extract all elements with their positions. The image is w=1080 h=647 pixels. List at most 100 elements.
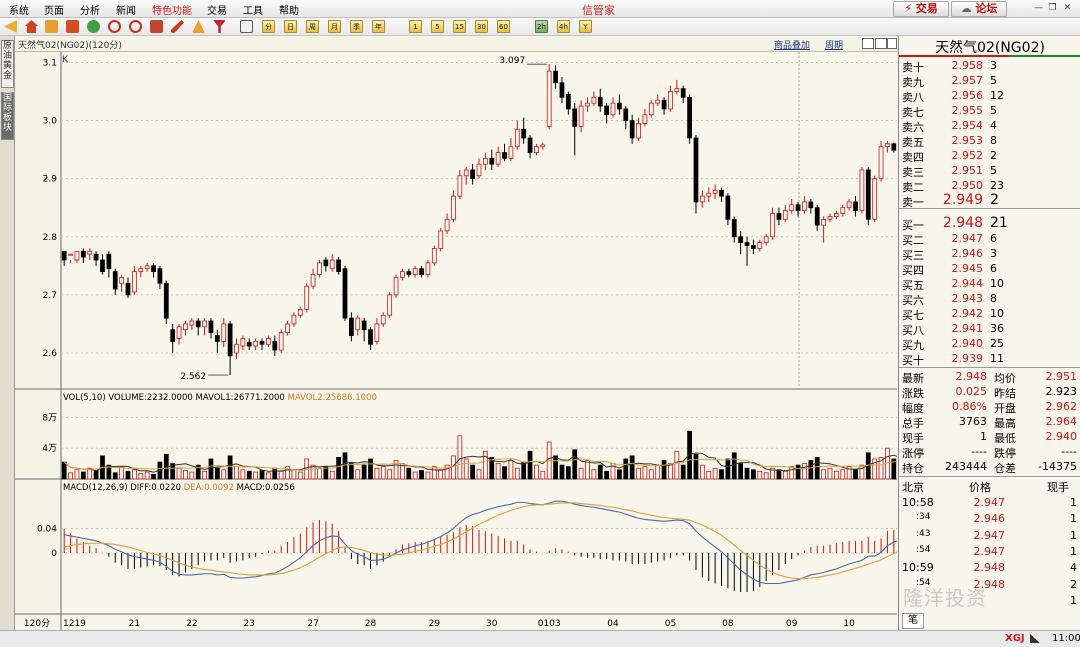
maximize-panel-icon[interactable]: [887, 38, 897, 49]
quote-row[interactable]: 买一 2.948 21: [899, 215, 1080, 232]
volume-bar: [712, 467, 718, 480]
trades-header-cell: 北京: [902, 481, 924, 494]
quote-price: 2.939: [951, 352, 984, 365]
quote-row[interactable]: 卖五 2.953 8: [899, 133, 1080, 149]
volume-bar: [642, 466, 648, 480]
close-icon[interactable]: ✕: [1062, 3, 1073, 13]
period-button-year[interactable]: 年: [372, 20, 385, 33]
period-button-month[interactable]: 月: [328, 20, 341, 33]
menu-help[interactable]: 帮助: [279, 2, 299, 17]
volume-bar: [246, 470, 252, 480]
volume-bar: [266, 472, 271, 480]
volume-bar: [342, 452, 348, 480]
menu-system[interactable]: 系统: [9, 2, 29, 17]
forum-button[interactable]: ☁ 论坛: [951, 1, 1007, 17]
quote-row[interactable]: 卖一 2.949 2: [899, 192, 1080, 209]
period-button-1[interactable]: 1: [409, 20, 422, 33]
quote-volume: 12: [990, 89, 1004, 102]
quote-row[interactable]: 卖十 2.958 3: [899, 58, 1080, 74]
candle-body: [278, 332, 284, 351]
volume-bar: [840, 469, 846, 480]
candle-body: [68, 253, 73, 256]
quote-row[interactable]: 卖六 2.954 4: [899, 118, 1080, 134]
window-icon[interactable]: [150, 20, 163, 33]
side-tab-crude-gold[interactable]: 原油黄金: [1, 40, 14, 88]
zoom-out-icon[interactable]: [129, 20, 142, 33]
volume-bar: [68, 472, 73, 480]
candle-body: [151, 265, 156, 273]
refresh-icon[interactable]: [87, 20, 100, 33]
volume-bar: [623, 458, 629, 480]
overlay-commodity-link[interactable]: 商品叠加: [774, 38, 810, 51]
period-button-30[interactable]: 30: [475, 20, 488, 33]
menu-special-features[interactable]: 特色功能: [152, 2, 192, 17]
menu-tools[interactable]: 工具: [243, 2, 263, 17]
quote-row[interactable]: 买六 2.943 8: [899, 291, 1080, 307]
quote-row[interactable]: 买四 2.945 6: [899, 261, 1080, 277]
stats-row: 涨停 ---- 跌停 ----: [899, 444, 1080, 460]
filter-icon[interactable]: [213, 20, 226, 33]
quote-price: 2.951: [951, 164, 984, 177]
period-button-4h[interactable]: 4h: [557, 20, 570, 33]
period-button-5[interactable]: 5: [431, 20, 444, 33]
chart-canvas[interactable]: K 3.13.02.92.82.72.6 3.0972.562 VOL(5,10…: [15, 52, 909, 630]
quote-price: 2.955: [951, 104, 984, 117]
candle-body: [431, 247, 437, 264]
period-button-week[interactable]: 周: [306, 20, 319, 33]
list-icon[interactable]: [45, 20, 58, 33]
zoom-in-icon[interactable]: [108, 20, 121, 33]
period-button-y[interactable]: Y: [579, 20, 592, 33]
split-view-icon[interactable]: [875, 38, 887, 49]
side-tab-international[interactable]: 国际板块: [1, 92, 14, 140]
draw-tool-icon[interactable]: [192, 20, 205, 33]
period-button-day[interactable]: 日: [284, 20, 297, 33]
stat-value: 3763: [959, 415, 987, 428]
menu-page[interactable]: 页面: [44, 2, 64, 17]
period-button-2h[interactable]: 2h: [535, 20, 548, 33]
back-arrow-icon[interactable]: [4, 20, 17, 33]
period-button-quarter[interactable]: 季: [350, 20, 363, 33]
period-link[interactable]: 周期: [825, 38, 843, 51]
home-icon[interactable]: [25, 20, 38, 33]
candle-body: [125, 282, 131, 296]
restore-icon[interactable]: ❐: [1047, 3, 1058, 13]
quote-row[interactable]: 买八 2.941 36: [899, 321, 1080, 337]
layout-icon[interactable]: [862, 38, 874, 49]
quote-row[interactable]: 买三 2.946 3: [899, 246, 1080, 262]
quote-row[interactable]: 买二 2.947 6: [899, 231, 1080, 247]
chart-area[interactable]: K 3.1 3.0 2.9 2.8 2.7 2.6 3.097 2.562 VOL(5,10…: [15, 52, 909, 630]
volume-bar: [144, 471, 150, 480]
book-icon[interactable]: [66, 20, 79, 33]
volume-tick-label: 8万: [42, 413, 57, 423]
trade-button[interactable]: ⚡ 交易: [893, 1, 949, 17]
grid-icon[interactable]: [240, 20, 253, 33]
candle-body: [163, 282, 169, 319]
tick-tab[interactable]: 笔: [902, 613, 924, 629]
candle-body: [329, 259, 335, 270]
menu-analysis[interactable]: 分析: [80, 2, 100, 17]
quote-row[interactable]: 卖九 2.957 5: [899, 73, 1080, 89]
menu-trade[interactable]: 交易: [207, 2, 227, 17]
candle-body: [706, 192, 712, 197]
period-button-minute[interactable]: 分: [262, 20, 275, 33]
period-button-60[interactable]: 60: [497, 20, 510, 33]
minimize-icon[interactable]: —: [1033, 3, 1044, 13]
period-button-15[interactable]: 15: [453, 20, 466, 33]
candle-body: [419, 268, 424, 275]
quote-row[interactable]: 买十 2.939 11: [899, 351, 1080, 367]
volume-bar: [253, 471, 259, 480]
quote-row[interactable]: 卖八 2.956 12: [899, 88, 1080, 104]
menu-news[interactable]: 新闻: [116, 2, 136, 17]
quote-row[interactable]: 卖七 2.955 5: [899, 103, 1080, 119]
pen-icon[interactable]: [171, 20, 184, 33]
quote-row[interactable]: 买九 2.940 25: [899, 336, 1080, 352]
trades-header-cell: 价格: [969, 481, 991, 494]
quote-row[interactable]: 买五 2.944 10: [899, 276, 1080, 292]
volume-bar: [259, 470, 265, 480]
lightning-icon: ⚡: [904, 2, 912, 15]
trade-row: :43 2.947 1: [899, 528, 1080, 543]
quote-row[interactable]: 卖二 2.950 23: [899, 178, 1080, 194]
quote-row[interactable]: 买七 2.942 10: [899, 306, 1080, 322]
quote-row[interactable]: 卖四 2.952 2: [899, 148, 1080, 164]
quote-row[interactable]: 卖三 2.951 5: [899, 163, 1080, 179]
